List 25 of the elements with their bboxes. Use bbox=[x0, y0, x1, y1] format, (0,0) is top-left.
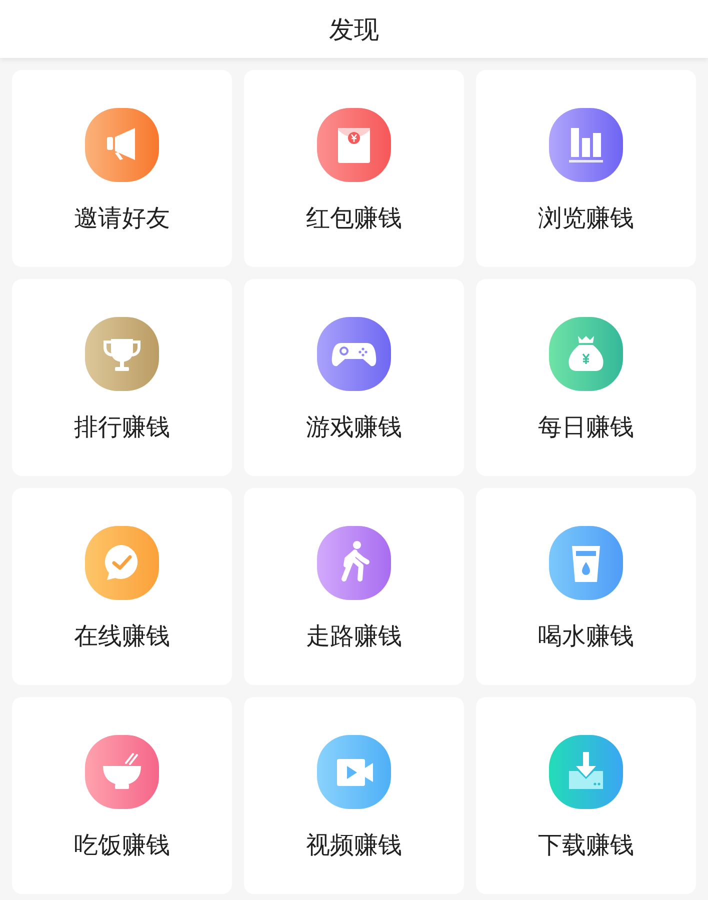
bowl-icon bbox=[85, 735, 159, 809]
chat-check-icon bbox=[85, 526, 159, 600]
walking-person-icon bbox=[317, 526, 391, 600]
page-title: 发现 bbox=[329, 14, 379, 46]
feature-card[interactable]: 下载赚钱 bbox=[476, 697, 696, 894]
feature-card[interactable]: 吃饭赚钱 bbox=[12, 697, 232, 894]
feature-card[interactable]: 每日赚钱 bbox=[476, 279, 696, 476]
trophy-icon bbox=[85, 317, 159, 391]
feature-card[interactable]: 邀请好友 bbox=[12, 70, 232, 267]
download-icon bbox=[549, 735, 623, 809]
megaphone-icon bbox=[85, 108, 159, 182]
bar-chart-icon bbox=[549, 108, 623, 182]
feature-card[interactable]: 排行赚钱 bbox=[12, 279, 232, 476]
feature-card[interactable]: 喝水赚钱 bbox=[476, 488, 696, 685]
feature-card[interactable]: 游戏赚钱 bbox=[244, 279, 464, 476]
gamepad-icon bbox=[317, 317, 391, 391]
video-camera-icon bbox=[317, 735, 391, 809]
water-cup-icon bbox=[549, 526, 623, 600]
feature-card[interactable]: 浏览赚钱 bbox=[476, 70, 696, 267]
envelope-icon bbox=[317, 108, 391, 182]
money-bag-icon bbox=[549, 317, 623, 391]
feature-card[interactable]: 在线赚钱 bbox=[12, 488, 232, 685]
feature-card[interactable]: 视频赚钱 bbox=[244, 697, 464, 894]
feature-card[interactable]: 红包赚钱 bbox=[244, 70, 464, 267]
feature-card[interactable]: 走路赚钱 bbox=[244, 488, 464, 685]
